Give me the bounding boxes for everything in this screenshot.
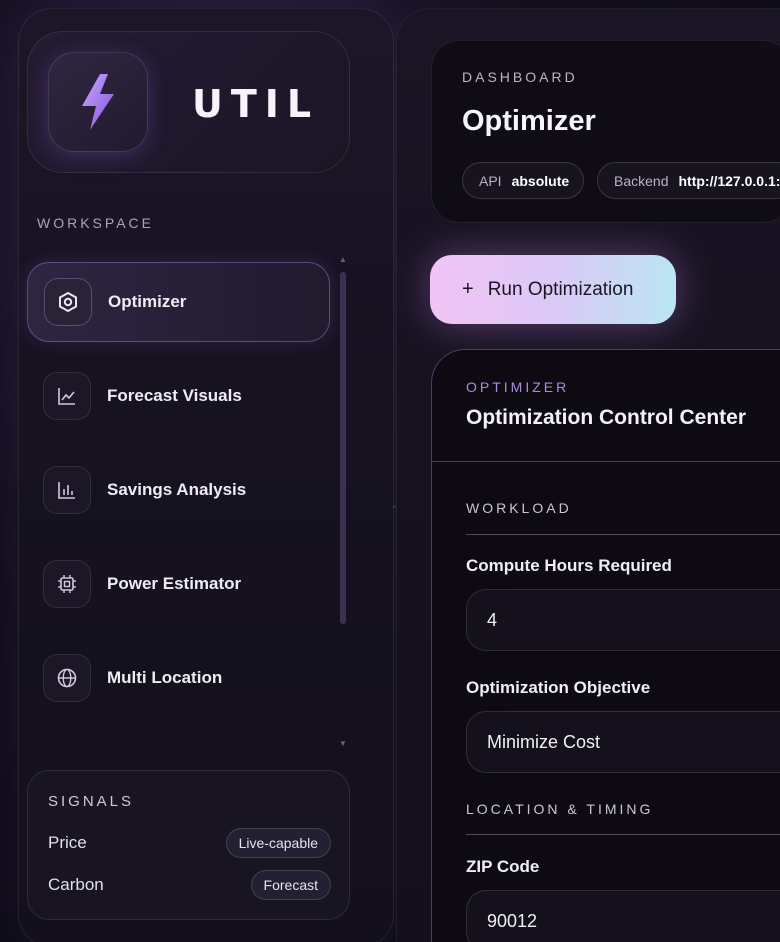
- api-key: API: [479, 172, 502, 189]
- header-eyebrow: DASHBOARD: [462, 69, 578, 85]
- signal-badge: Forecast: [250, 870, 331, 900]
- page-title: Optimizer: [462, 105, 596, 137]
- section-divider: [466, 534, 780, 535]
- run-optimization-label: Run Optimization: [487, 278, 634, 300]
- api-value: absolute: [511, 172, 570, 189]
- optimization-control-card: OPTIMIZER Optimization Control Center WO…: [431, 349, 780, 942]
- plus-icon: +: [462, 278, 474, 300]
- section-divider: [466, 834, 780, 835]
- signal-row-price: Price Live-capable: [48, 827, 331, 859]
- brand-name: UTIL: [192, 82, 320, 126]
- sidebar-item-label: Savings Analysis: [107, 480, 247, 499]
- sidebar-item-multi-location[interactable]: Multi Location: [27, 638, 330, 718]
- zip-code-input[interactable]: 90012: [466, 890, 780, 942]
- scroll-up-arrow-icon[interactable]: ▲: [339, 256, 347, 264]
- card-divider: [432, 461, 780, 462]
- signal-badge: Live-capable: [225, 828, 331, 858]
- hexagon-icon: [44, 278, 92, 326]
- chip-icon: [43, 560, 91, 608]
- sidebar-item-forecast-visuals[interactable]: Forecast Visuals: [27, 356, 330, 436]
- signals-title: SIGNALS: [48, 793, 135, 810]
- sidebar-item-label: Power Estimator: [107, 574, 242, 593]
- backend-status-pill: Backend http://127.0.0.1:: [597, 162, 780, 199]
- sidebar-item-optimizer[interactable]: Optimizer: [27, 262, 330, 342]
- api-status-pill: API absolute: [462, 162, 584, 199]
- signal-row-carbon: Carbon Forecast: [48, 869, 331, 901]
- run-optimization-button[interactable]: + Run Optimization: [430, 255, 676, 324]
- workspace-section-label: WORKSPACE: [37, 215, 154, 231]
- sidebar-item-label: Optimizer: [108, 292, 187, 311]
- optimization-objective-select[interactable]: Minimize Cost: [466, 711, 780, 773]
- scroll-down-arrow-icon[interactable]: ▼: [339, 740, 347, 748]
- signals-panel: SIGNALS Price Live-capable Carbon Foreca…: [27, 770, 350, 920]
- backend-value: http://127.0.0.1:: [678, 172, 780, 189]
- zip-code-label: ZIP Code: [466, 857, 540, 876]
- optimizer-eyebrow: OPTIMIZER: [466, 379, 570, 395]
- signal-name: Price: [48, 833, 87, 852]
- signal-name: Carbon: [48, 875, 104, 894]
- sidebar-item-savings-analysis[interactable]: Savings Analysis: [27, 450, 330, 530]
- sidebar-item-power-estimator[interactable]: Power Estimator: [27, 544, 330, 624]
- brand-logo: UTIL: [27, 31, 350, 173]
- compute-hours-input[interactable]: 4: [466, 589, 780, 651]
- line-chart-icon: [43, 372, 91, 420]
- compute-hours-label: Compute Hours Required: [466, 556, 672, 575]
- sidebar-item-label: Multi Location: [107, 668, 223, 687]
- workload-section-label: WORKLOAD: [466, 500, 572, 516]
- sidebar-item-label: Forecast Visuals: [107, 386, 242, 405]
- globe-icon: [43, 654, 91, 702]
- header-card: DASHBOARD Optimizer API absolute Backend…: [431, 40, 780, 223]
- optimizer-title: Optimization Control Center: [466, 406, 746, 429]
- backend-key: Backend: [614, 172, 669, 189]
- location-timing-section-label: LOCATION & TIMING: [466, 801, 654, 817]
- bar-chart-icon: [43, 466, 91, 514]
- sidebar-scrollbar[interactable]: ▲ ▼: [339, 256, 347, 748]
- optimization-objective-label: Optimization Objective: [466, 678, 651, 697]
- scrollbar-thumb[interactable]: [340, 272, 346, 624]
- lightning-bolt-icon: [48, 52, 148, 152]
